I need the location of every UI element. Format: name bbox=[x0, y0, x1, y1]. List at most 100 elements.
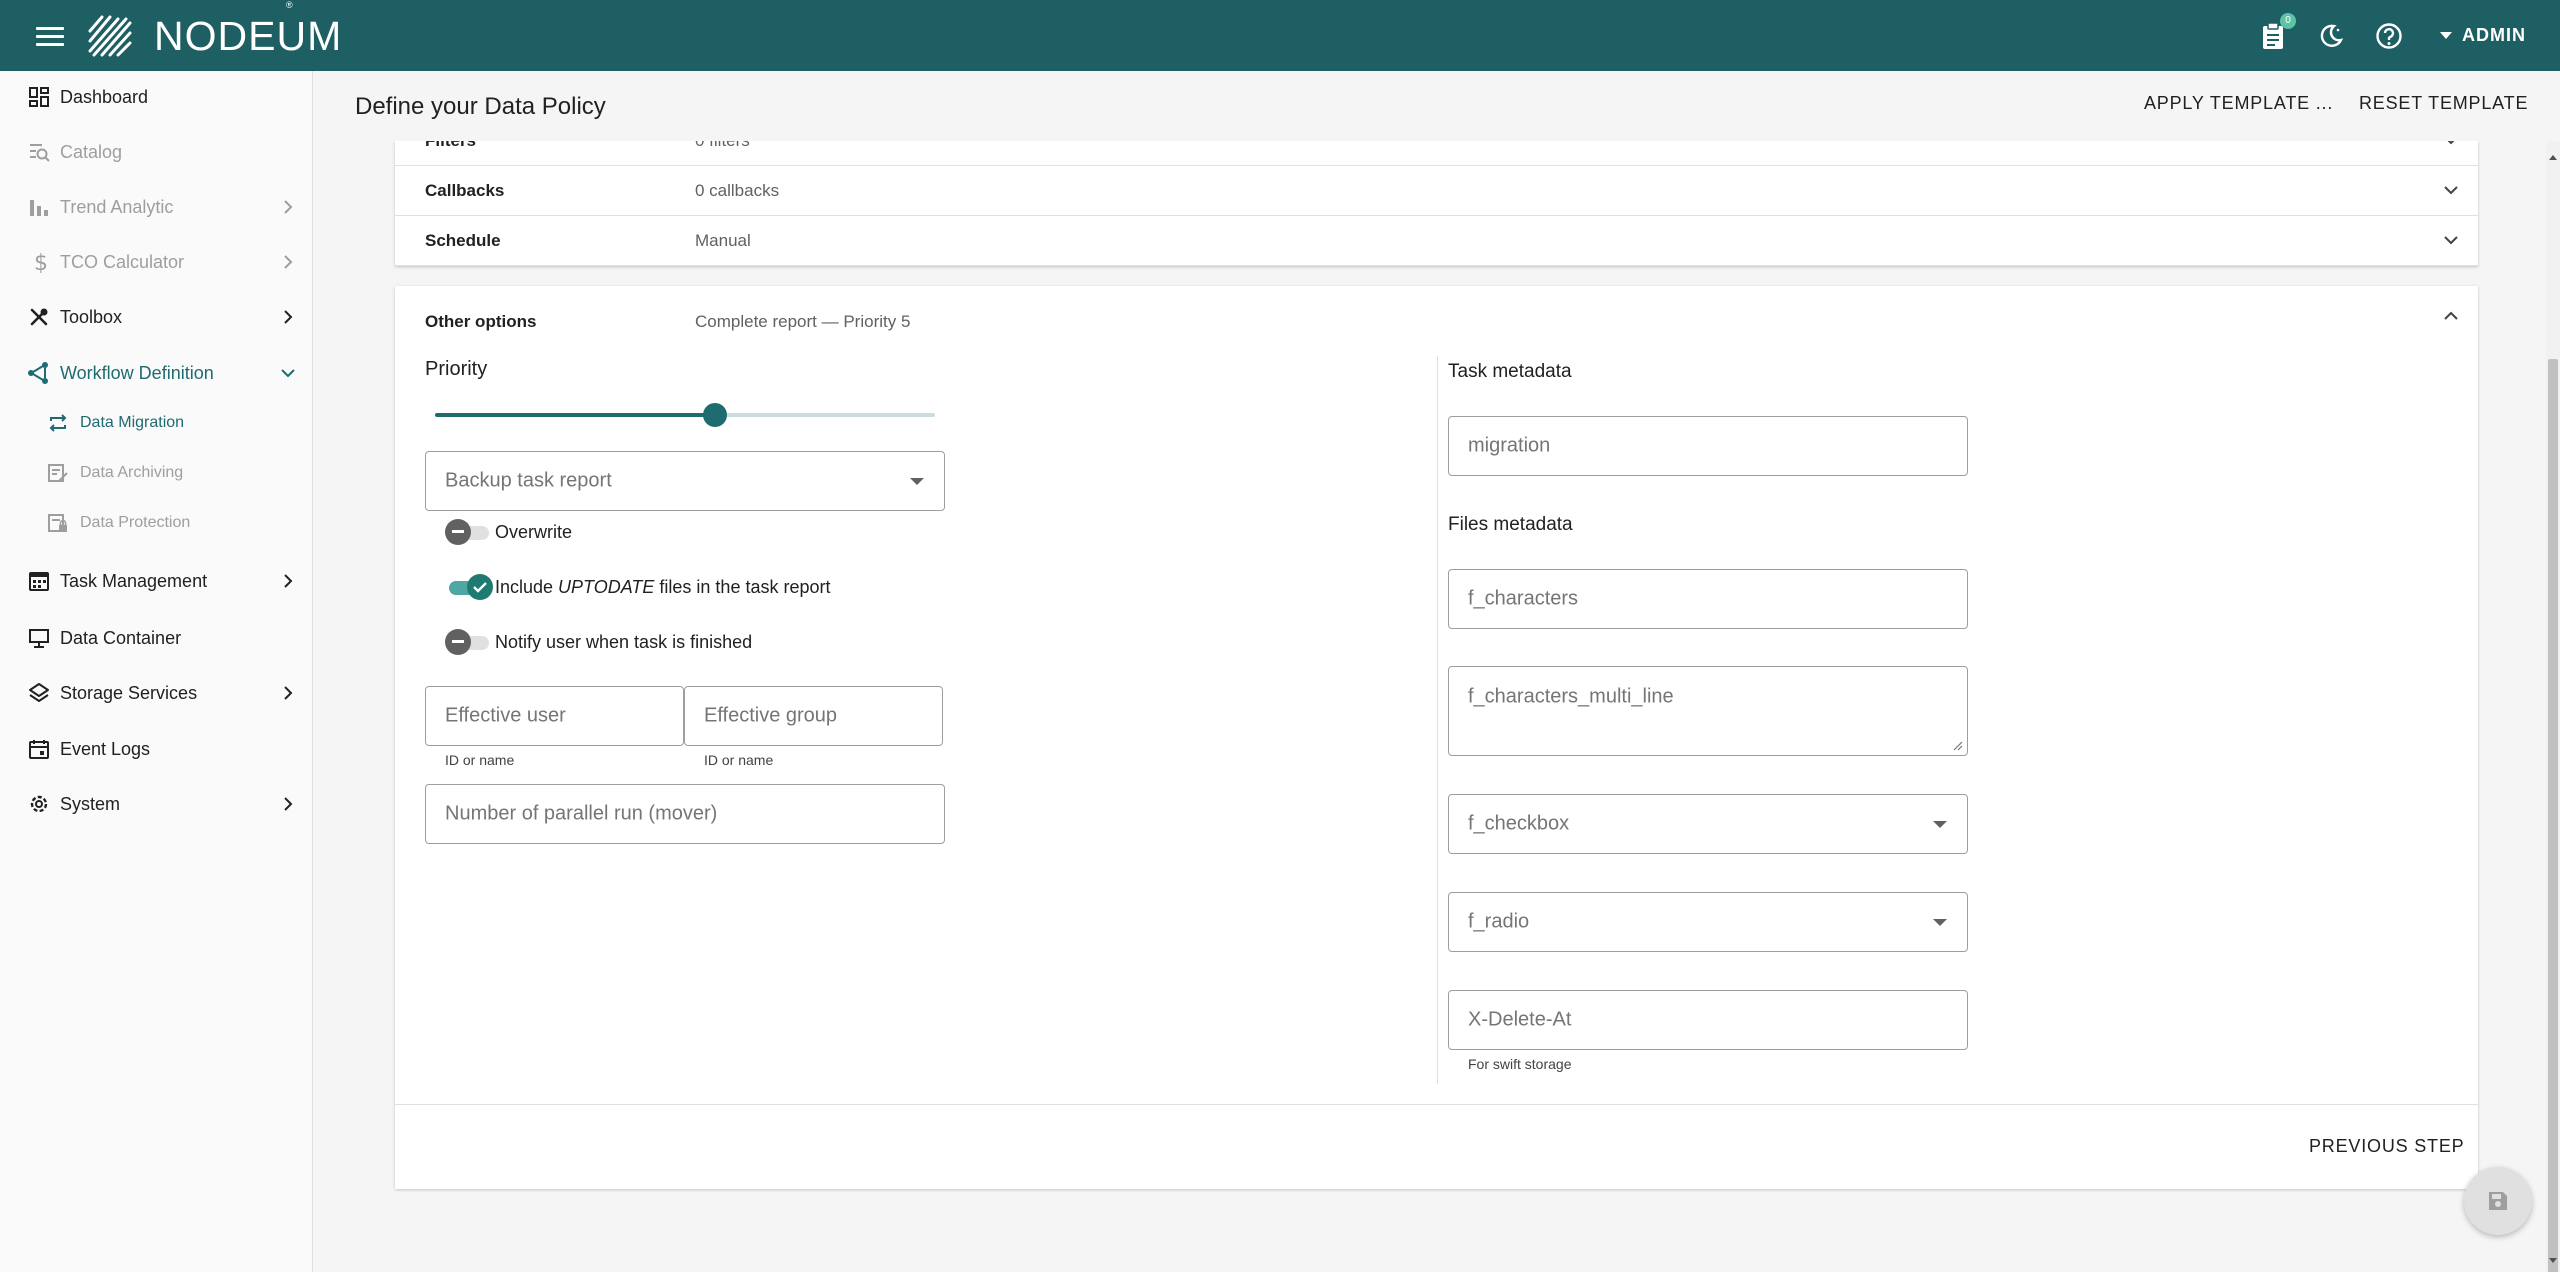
other-options-key: Other options bbox=[425, 312, 537, 331]
chevron-down-icon bbox=[280, 365, 296, 381]
page-scrollbar[interactable] bbox=[2546, 141, 2560, 1272]
sidebar-item-toolbox[interactable]: Toolbox bbox=[0, 291, 313, 343]
summary-row-filters[interactable]: Filters 0 filters bbox=[395, 141, 2478, 166]
dashboard-icon bbox=[26, 84, 52, 110]
summary-row-key: Callbacks bbox=[425, 180, 505, 200]
sidebar-item-label: Event Logs bbox=[60, 738, 151, 759]
sidebar-item-label: TCO Calculator bbox=[60, 251, 185, 272]
menu-icon[interactable] bbox=[36, 22, 64, 50]
sidebar-item-label: Data Protection bbox=[80, 514, 191, 531]
moon-icon[interactable] bbox=[2316, 21, 2346, 51]
x-delete-at-placeholder: X-Delete-At bbox=[1468, 1008, 1572, 1031]
chevron-up-icon bbox=[2443, 308, 2459, 326]
sync-arrows-icon bbox=[46, 411, 70, 435]
scrollbar-thumb[interactable] bbox=[2548, 359, 2558, 1272]
sidebar-item-label: Trend Analytic bbox=[60, 196, 174, 217]
sidebar-item-data-protection[interactable]: Data Protection bbox=[0, 497, 313, 549]
sidebar-item-data-archiving[interactable]: Data Archiving bbox=[0, 447, 313, 499]
other-options-value: Complete report — Priority 5 bbox=[695, 312, 911, 331]
summary-row-callbacks[interactable]: Callbacks 0 callbacks bbox=[395, 166, 2478, 216]
f-characters-input[interactable]: f_characters bbox=[1448, 569, 1968, 629]
chevron-right-icon bbox=[280, 796, 296, 812]
effective-group-input[interactable]: Effective group bbox=[684, 686, 943, 746]
files-metadata-label: Files metadata bbox=[1448, 514, 1573, 535]
f-radio-select[interactable]: f_radio bbox=[1448, 892, 1968, 952]
tools-icon bbox=[26, 304, 52, 330]
dropdown-arrow-icon bbox=[1933, 919, 1947, 926]
parallel-run-input[interactable]: Number of parallel run (mover) bbox=[425, 784, 945, 844]
x-delete-at-hint: For swift storage bbox=[1468, 1056, 1572, 1072]
footer-divider bbox=[395, 1104, 2478, 1105]
brand-logo[interactable]: NODEUM bbox=[84, 11, 342, 61]
notify-user-label: Notify user when task is finished bbox=[495, 632, 753, 652]
other-options-header[interactable]: Other options Complete report — Priority… bbox=[395, 286, 2478, 356]
event-calendar-icon bbox=[26, 736, 52, 762]
priority-slider[interactable] bbox=[435, 400, 935, 430]
sidebar-item-storage-services[interactable]: Storage Services bbox=[0, 667, 313, 719]
clipboard-icon[interactable]: 0 bbox=[2258, 12, 2296, 51]
report-type-value: Backup task report bbox=[445, 469, 612, 492]
help-icon[interactable] bbox=[2374, 21, 2404, 51]
sidebar: Dashboard Catalog Trend Analytic $ TCO C… bbox=[0, 71, 313, 1272]
previous-step-button[interactable]: PREVIOUS STEP bbox=[2309, 1136, 2464, 1157]
sidebar-item-dashboard[interactable]: Dashboard bbox=[0, 71, 313, 123]
sidebar-item-label: Catalog bbox=[60, 141, 123, 162]
f-characters-placeholder: f_characters bbox=[1468, 587, 1579, 610]
f-characters-multi-line-textarea[interactable]: f_characters_multi_line bbox=[1448, 666, 1968, 756]
report-type-select[interactable]: Backup task report bbox=[425, 451, 945, 511]
sidebar-item-tco-calculator[interactable]: $ TCO Calculator bbox=[0, 236, 313, 288]
sidebar-item-event-logs[interactable]: Event Logs bbox=[0, 723, 313, 775]
sidebar-item-workflow-definition[interactable]: Workflow Definition bbox=[0, 347, 313, 399]
sidebar-item-data-migration[interactable]: Data Migration bbox=[0, 397, 313, 449]
resize-handle-icon[interactable] bbox=[1951, 739, 1963, 751]
dropdown-arrow-icon bbox=[910, 478, 924, 485]
sidebar-item-label: Data Archiving bbox=[80, 464, 184, 481]
effective-group-placeholder: Effective group bbox=[704, 704, 838, 727]
priority-label: Priority bbox=[425, 358, 488, 380]
brand-registered-mark: ® bbox=[286, 0, 293, 10]
protection-lock-icon bbox=[46, 511, 70, 535]
x-delete-at-input[interactable]: X-Delete-At bbox=[1448, 990, 1968, 1050]
save-fab-button[interactable] bbox=[2464, 1167, 2532, 1235]
scroll-up-arrow-icon[interactable] bbox=[2549, 155, 2557, 160]
slider-fill bbox=[435, 413, 715, 417]
save-icon bbox=[2489, 1192, 2507, 1210]
sidebar-item-label: Toolbox bbox=[60, 306, 123, 327]
page-header: Define your Data Policy APPLY TEMPLATE .… bbox=[313, 71, 2546, 141]
reset-template-button[interactable]: RESET TEMPLATE bbox=[2359, 93, 2528, 114]
sidebar-item-task-management[interactable]: Task Management bbox=[0, 555, 313, 607]
task-metadata-label: Task metadata bbox=[1448, 361, 1572, 382]
bar-chart-icon bbox=[26, 194, 52, 220]
sidebar-item-data-container[interactable]: Data Container bbox=[0, 612, 313, 664]
include-uptodate-label: Include UPTODATE files in the task repor… bbox=[495, 577, 831, 597]
chevron-right-icon bbox=[280, 309, 296, 325]
notify-user-toggle[interactable] bbox=[445, 628, 493, 656]
sidebar-item-label: Data Migration bbox=[80, 414, 185, 431]
f-radio-placeholder: f_radio bbox=[1468, 910, 1530, 933]
archive-edit-icon bbox=[46, 461, 70, 485]
scroll-down-arrow-icon[interactable] bbox=[2549, 1258, 2557, 1263]
effective-user-hint: ID or name bbox=[445, 752, 515, 768]
sidebar-item-label: Data Container bbox=[60, 627, 182, 648]
apply-template-button[interactable]: APPLY TEMPLATE ... bbox=[2144, 93, 2333, 114]
check-icon bbox=[467, 574, 493, 600]
sidebar-item-trend-analytic[interactable]: Trend Analytic bbox=[0, 181, 313, 233]
sidebar-item-system[interactable]: System bbox=[0, 778, 313, 830]
chevron-right-icon bbox=[280, 573, 296, 589]
page-title: Define your Data Policy bbox=[355, 93, 606, 120]
chevron-down-icon bbox=[2443, 182, 2459, 200]
include-uptodate-toggle[interactable] bbox=[445, 573, 493, 601]
dropdown-arrow-icon bbox=[1933, 821, 1947, 828]
summary-row-value: 0 filters bbox=[695, 141, 750, 151]
svg-text:$: $ bbox=[34, 251, 48, 273]
f-checkbox-select[interactable]: f_checkbox bbox=[1448, 794, 1968, 854]
slider-thumb[interactable] bbox=[703, 403, 727, 427]
summary-row-schedule[interactable]: Schedule Manual bbox=[395, 216, 2478, 266]
workflow-icon bbox=[26, 360, 52, 386]
sidebar-item-catalog[interactable]: Catalog bbox=[0, 126, 313, 178]
effective-user-input[interactable]: Effective user bbox=[425, 686, 684, 746]
task-metadata-input[interactable]: migration bbox=[1448, 416, 1968, 476]
user-menu[interactable]: ADMIN bbox=[2440, 25, 2526, 46]
catalog-search-icon bbox=[26, 139, 52, 165]
overwrite-toggle[interactable] bbox=[445, 518, 493, 546]
